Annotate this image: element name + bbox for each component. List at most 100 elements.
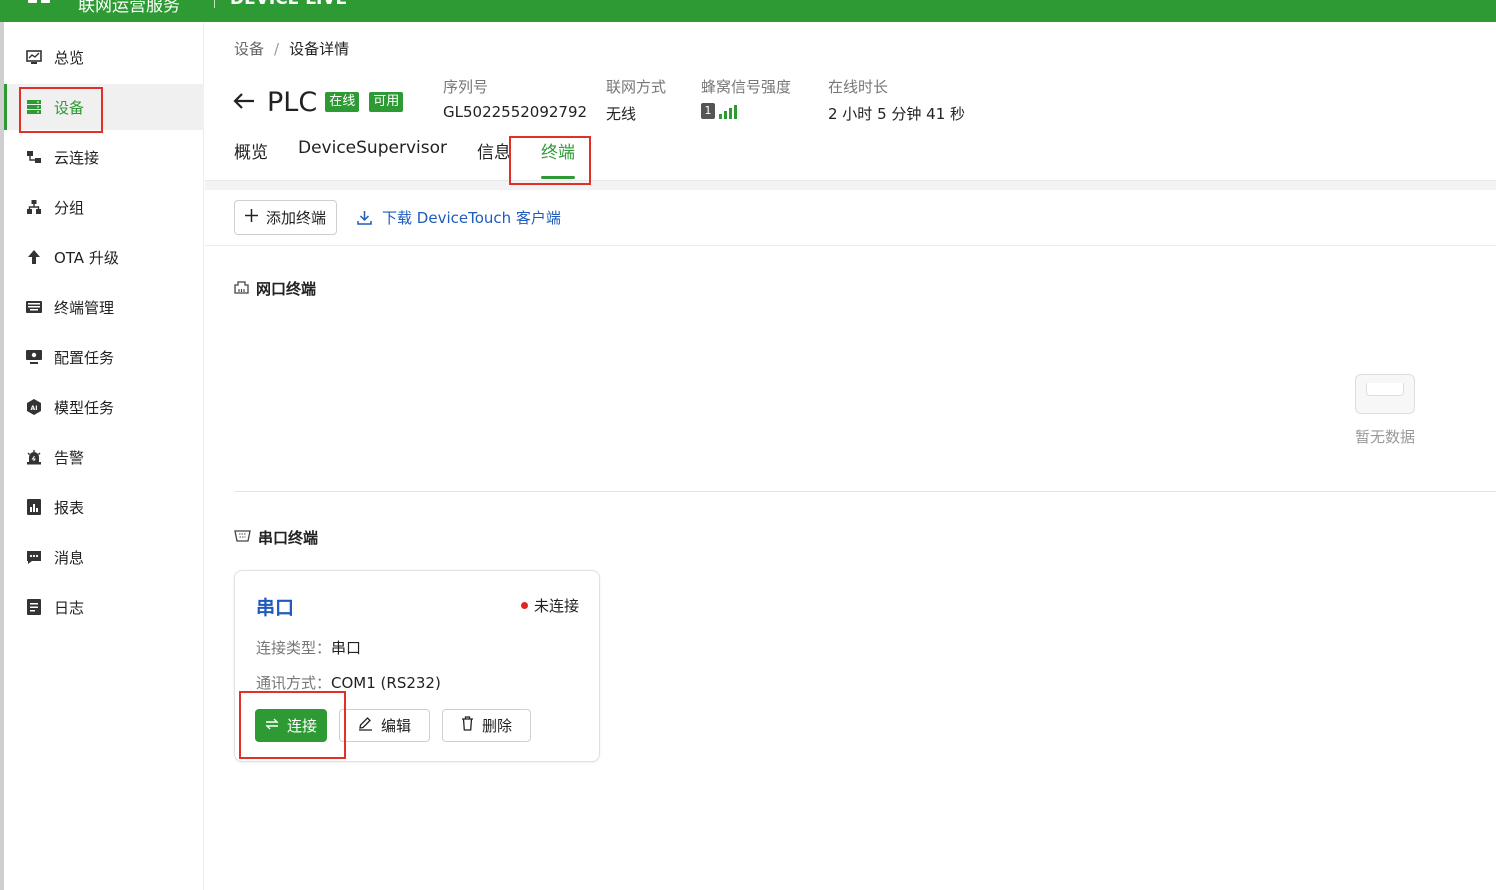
tab-divider (205, 180, 1496, 190)
serial-block: 序列号 GL5022552092792 (443, 76, 587, 121)
download-devicetouch-link[interactable]: 下载 DeviceTouch 客户端 (357, 207, 561, 228)
empty-inbox-icon (1355, 374, 1415, 414)
trash-icon (461, 716, 474, 735)
sidebar-item-reports[interactable]: 报表 (4, 484, 204, 530)
edit-button[interactable]: 编辑 (339, 709, 431, 742)
communication-label: 通讯方式： (256, 674, 332, 692)
breadcrumb-separator: / (274, 40, 280, 58)
sidebar-item-devices[interactable]: 设备 (4, 84, 204, 130)
download-label: 下载 DeviceTouch 客户端 (382, 209, 561, 227)
app-title: 联网运营服务 (78, 0, 180, 16)
communication-row: 通讯方式：COM1 (RS232) (256, 672, 441, 693)
toolbar-divider (205, 245, 1496, 246)
log-icon (26, 599, 42, 615)
terminal-toolbar: 添加终端 下载 DeviceTouch 客户端 (234, 200, 561, 235)
sidebar-item-label: 模型任务 (54, 398, 115, 417)
tab-devicesupervisor[interactable]: DeviceSupervisor (298, 138, 447, 180)
connection-type-row: 连接类型：串口 (256, 637, 361, 658)
sidebar-item-alarms[interactable]: 告警 (4, 434, 204, 480)
top-bar: 联网运营服务 DEVICE LIVE (0, 0, 1496, 22)
sidebar-item-label: 配置任务 (54, 348, 115, 367)
network-terminal-heading: 网口终端 (234, 278, 316, 299)
swap-arrows-icon (265, 718, 279, 734)
signal-strength-icon: 1 (701, 103, 791, 119)
sidebar-item-label: 日志 (54, 598, 85, 617)
sidebar-item-label: OTA 升级 (54, 248, 119, 267)
sidebar-item-overview[interactable]: 总览 (4, 34, 204, 80)
connection-status-text: 未连接 (533, 597, 579, 615)
report-icon (26, 499, 42, 515)
brand-logo: DEVICE LIVE (230, 0, 347, 9)
upload-arrow-icon (26, 249, 42, 265)
sim-slot-badge: 1 (701, 103, 715, 119)
ethernet-port-icon (234, 280, 249, 298)
alarm-icon (26, 449, 42, 465)
connection-status: 未连接 (520, 595, 579, 616)
sidebar-item-messages[interactable]: 消息 (4, 534, 204, 580)
sidebar-item-label: 总览 (54, 48, 85, 67)
serial-terminal-heading: 串口终端 (234, 527, 318, 548)
sidebar-item-label: 告警 (54, 448, 85, 467)
online-duration-value: 2 小时 5 分钟 41 秒 (828, 105, 966, 123)
edit-label: 编辑 (381, 717, 412, 735)
card-actions: 连接 编辑 删除 (255, 709, 532, 742)
group-tree-icon (26, 199, 42, 215)
device-list-icon (26, 99, 42, 115)
connection-type-value: 串口 (331, 639, 362, 657)
device-name: PLC (267, 86, 318, 118)
sidebar-item-label: 消息 (54, 548, 85, 567)
tab-terminal[interactable]: 终端 (540, 138, 575, 180)
sidebar-item-groups[interactable]: 分组 (4, 184, 204, 230)
connection-type-label: 连接类型： (256, 639, 332, 657)
plus-icon (245, 209, 258, 226)
sidebar-item-label: 分组 (54, 198, 85, 217)
main-content: 设备 / 设备详情 PLC 在线 可用 序列号 GL5022552092792 联网… (205, 22, 1496, 890)
config-monitor-icon (26, 349, 42, 365)
breadcrumb: 设备 / 设备详情 (234, 38, 349, 59)
sidebar-item-logs[interactable]: 日志 (4, 584, 204, 630)
sidebar-item-label: 设备 (54, 98, 85, 117)
sidebar-item-config-tasks[interactable]: 配置任务 (4, 334, 204, 380)
message-icon (26, 549, 42, 565)
communication-value: COM1 (RS232) (331, 674, 441, 692)
tab-info[interactable]: 信息 (477, 138, 511, 180)
section-divider (234, 491, 1496, 492)
download-icon (357, 210, 372, 225)
network-value: 无线 (606, 105, 637, 123)
add-terminal-button[interactable]: 添加终端 (234, 200, 338, 235)
breadcrumb-root[interactable]: 设备 (234, 40, 264, 58)
chart-icon (26, 49, 42, 65)
connect-button[interactable]: 连接 (255, 709, 328, 742)
status-badge-available: 可用 (369, 92, 404, 112)
delete-button[interactable]: 删除 (442, 709, 532, 742)
network-block: 联网方式 无线 (606, 76, 666, 124)
serial-port-icon (234, 529, 251, 546)
connect-label: 连接 (287, 717, 318, 735)
tab-overview[interactable]: 概览 (234, 138, 268, 180)
sidebar-item-label: 云连接 (54, 148, 100, 167)
apps-grid-icon[interactable] (28, 0, 52, 6)
keyboard-icon (26, 299, 42, 315)
ai-icon: AI (26, 399, 42, 415)
online-duration-block: 在线时长 2 小时 5 分钟 41 秒 (828, 76, 965, 124)
empty-state-text: 暂无数据 (1354, 428, 1415, 446)
sidebar-item-model-tasks[interactable]: AI 模型任务 (4, 384, 204, 430)
tab-bar: 概览 DeviceSupervisor 信息 终端 (234, 138, 605, 180)
signal-label: 蜂窝信号强度 (701, 78, 792, 96)
network-label: 联网方式 (606, 78, 667, 96)
status-badge-online: 在线 (325, 92, 360, 112)
sidebar-item-ota[interactable]: OTA 升级 (4, 234, 204, 280)
sidebar-item-terminal-management[interactable]: 终端管理 (4, 284, 204, 330)
back-arrow-icon[interactable] (233, 88, 255, 116)
serial-label: 序列号 (443, 78, 489, 96)
breadcrumb-current: 设备详情 (289, 40, 350, 58)
svg-text:AI: AI (31, 405, 38, 412)
cloud-connect-icon (26, 149, 42, 165)
terminal-name[interactable]: 串口 (256, 593, 294, 620)
delete-label: 删除 (482, 717, 513, 735)
online-duration-label: 在线时长 (828, 78, 889, 96)
sidebar-item-cloud-connect[interactable]: 云连接 (4, 134, 204, 180)
signal-block: 蜂窝信号强度 1 (701, 76, 791, 119)
title-divider (214, 0, 215, 8)
sidebar-item-label: 终端管理 (54, 298, 115, 317)
